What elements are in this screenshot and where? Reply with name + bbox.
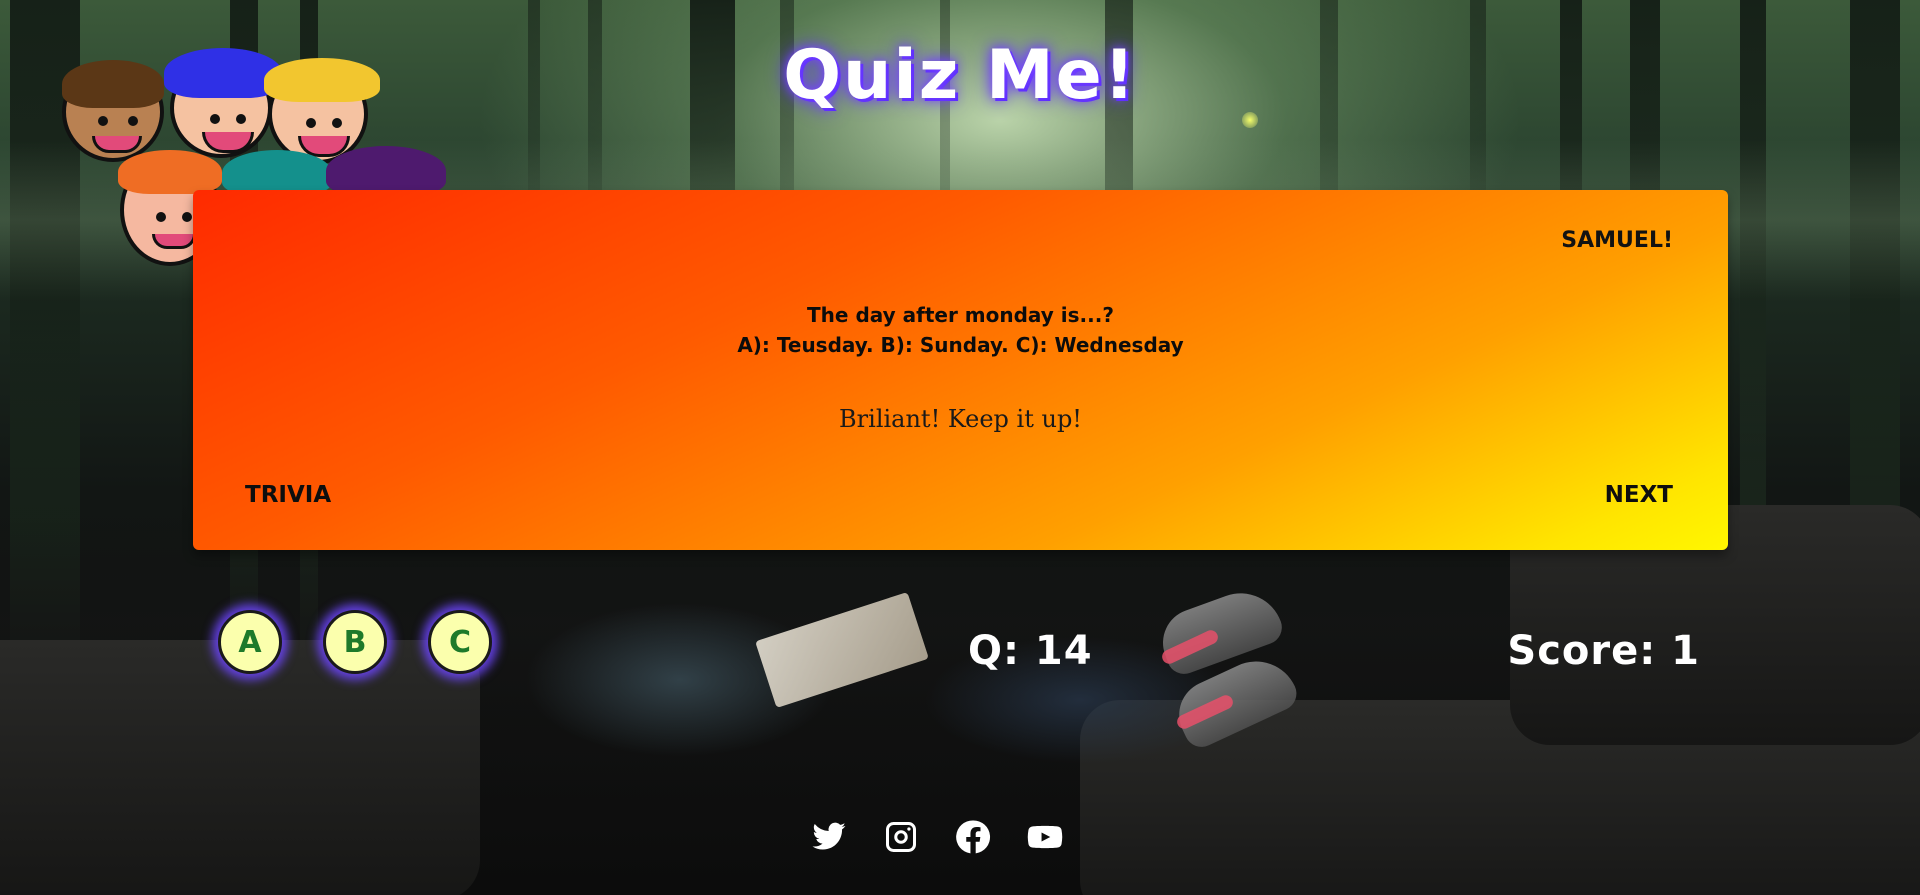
player-name: SAMUEL! bbox=[1561, 228, 1673, 253]
question-line: The day after monday is...? bbox=[807, 303, 1114, 327]
feedback-message: Briliant! Keep it up! bbox=[839, 405, 1082, 433]
answer-options-line: A): Teusday. B): Sunday. C): Wednesday bbox=[737, 333, 1184, 357]
score-display: Score: 1 bbox=[1507, 628, 1700, 674]
facebook-icon[interactable] bbox=[954, 818, 992, 856]
question-text: The day after monday is...? A): Teusday.… bbox=[193, 300, 1728, 360]
social-links bbox=[810, 818, 1064, 856]
answer-a-button[interactable]: A bbox=[218, 610, 282, 674]
answer-c-button[interactable]: C bbox=[428, 610, 492, 674]
page-title: Quiz Me! bbox=[783, 36, 1137, 115]
next-button[interactable]: NEXT bbox=[1605, 482, 1673, 508]
answer-b-button[interactable]: B bbox=[323, 610, 387, 674]
question-card: SAMUEL! The day after monday is...? A): … bbox=[193, 190, 1728, 550]
question-counter: Q: 14 bbox=[968, 628, 1093, 674]
instagram-icon[interactable] bbox=[882, 818, 920, 856]
twitter-icon[interactable] bbox=[810, 818, 848, 856]
youtube-icon[interactable] bbox=[1026, 818, 1064, 856]
trivia-link[interactable]: TRIVIA bbox=[245, 482, 331, 508]
